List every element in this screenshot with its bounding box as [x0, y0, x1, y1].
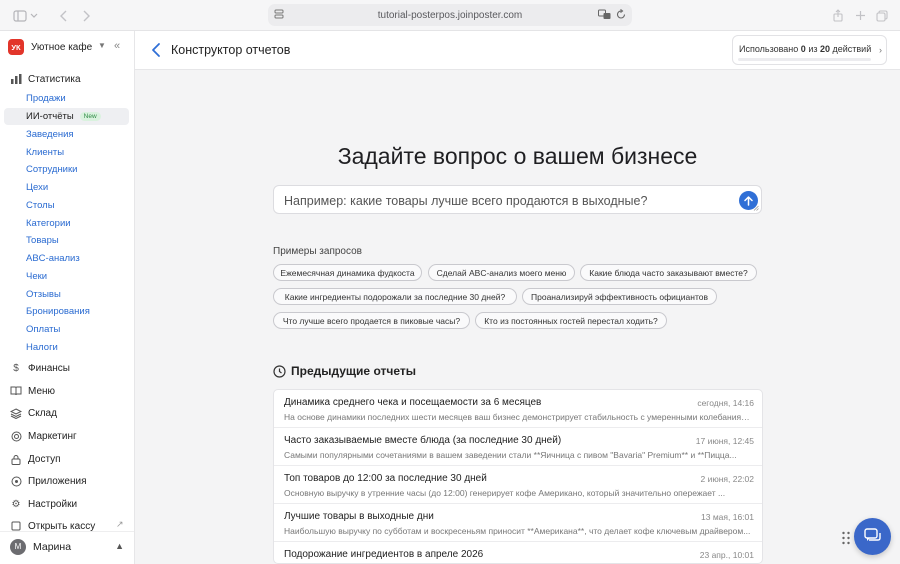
gear-icon: ⚙ — [11, 498, 21, 510]
example-chip[interactable]: Сделай ABC-анализ моего меню — [428, 264, 575, 281]
reports-list: Динамика среднего чека и посещаемости за… — [273, 389, 763, 564]
venue-name: Уютное кафе — [31, 41, 93, 53]
tab-overview-icon[interactable] — [875, 7, 889, 24]
sidebar-item-tables[interactable]: Столы — [4, 197, 129, 214]
external-link-icon: ↗ — [116, 519, 124, 529]
avatar: М — [10, 538, 26, 555]
reload-icon[interactable] — [616, 9, 626, 20]
drag-handle-icon[interactable] — [841, 530, 851, 546]
sidebar-item-payments[interactable]: Оплаты — [4, 321, 129, 338]
sidebar-item-finance[interactable]: $ Финансы — [10, 360, 70, 376]
sidebar-item-sales[interactable]: Продажи — [4, 90, 129, 107]
page-header: Конструктор отчетов Использовано 0 из 20… — [135, 31, 900, 70]
venue-logo: УК — [8, 39, 24, 55]
browser-toolbar: tutorial-posterpos.joinposter.com — [0, 0, 900, 31]
clock-icon — [273, 364, 286, 378]
list-item[interactable]: Лучшие товары в выходные дни 13 мая, 16:… — [274, 504, 762, 542]
previous-reports-header: Предыдущие отчеты — [273, 364, 416, 378]
hero-title: Задайте вопрос о вашем бизнесе — [337, 143, 698, 169]
back-arrow-icon[interactable] — [151, 42, 161, 58]
sidebar-item-bookings[interactable]: Бронирования — [4, 303, 129, 320]
forward-nav-icon[interactable] — [79, 7, 93, 24]
back-nav-icon[interactable] — [57, 7, 71, 24]
example-chip[interactable]: Какие блюда часто заказывают вместе? — [580, 264, 757, 281]
example-chip[interactable]: Ежемесячная динамика фудкоста — [273, 264, 422, 281]
sidebar-item-warehouse[interactable]: Склад — [10, 405, 57, 421]
list-item[interactable]: Часто заказываемые вместе блюда (за посл… — [274, 428, 762, 466]
target-icon — [10, 430, 22, 442]
sidebar-item-ai-reports[interactable]: ИИ-отчёты New — [4, 108, 129, 125]
chevron-up-icon[interactable]: ▲ — [115, 541, 124, 551]
dollar-icon: $ — [13, 362, 19, 374]
sidebar-item-settings[interactable]: ⚙ Настройки — [10, 496, 78, 512]
main-content: Задайте вопрос о вашем бизнесе Примеры з… — [135, 70, 900, 564]
example-chip[interactable]: Проанализируй эффективность официантов — [522, 288, 717, 305]
question-input[interactable] — [284, 192, 734, 209]
sidebar-item-receipts[interactable]: Чеки — [4, 268, 129, 285]
new-badge: New — [79, 112, 101, 121]
collapse-sidebar-icon[interactable]: « — [114, 40, 120, 52]
example-chip[interactable]: Какие ингредиенты подорожали за последни… — [273, 288, 517, 305]
sidebar-item-menu[interactable]: Меню — [10, 383, 55, 399]
lock-icon — [10, 453, 22, 465]
book-icon — [10, 385, 22, 397]
layers-icon — [10, 407, 22, 419]
usage-text: Использовано 0 из 20 действий — [739, 44, 872, 54]
page-settings-icon[interactable] — [274, 9, 284, 20]
sidebar-item-categories[interactable]: Категории — [4, 215, 129, 232]
sidebar-item-apps[interactable]: Приложения — [10, 473, 87, 489]
arrow-up-icon — [744, 195, 753, 206]
sidebar-item-venues[interactable]: Заведения — [4, 126, 129, 143]
address-bar[interactable]: tutorial-posterpos.joinposter.com — [268, 4, 632, 26]
chevron-right-icon: › — [879, 45, 882, 55]
sidebar-item-reviews[interactable]: Отзывы — [4, 286, 129, 303]
sidebar-item-products[interactable]: Товары — [4, 232, 129, 249]
sidebar-item-taxes[interactable]: Налоги — [4, 339, 129, 356]
sidebar-item-employees[interactable]: Сотрудники — [4, 161, 129, 178]
venue-switcher[interactable]: УК Уютное кафе — [8, 39, 92, 55]
usage-progress-bar — [738, 58, 871, 61]
sidebar-item-statistics[interactable]: Статистика — [10, 71, 81, 87]
chat-button[interactable] — [854, 518, 891, 555]
list-item[interactable]: Топ товаров до 12:00 за последние 30 дне… — [274, 466, 762, 504]
apps-icon — [10, 475, 22, 487]
sidebar-toggle-icon[interactable] — [11, 7, 41, 24]
usage-counter[interactable]: Использовано 0 из 20 действий › — [732, 35, 887, 65]
question-box[interactable] — [273, 185, 762, 214]
sidebar-item-clients[interactable]: Клиенты — [4, 144, 129, 161]
resize-grip-icon[interactable] — [753, 205, 759, 211]
chevron-down-icon[interactable]: ▼ — [98, 41, 106, 50]
new-tab-icon[interactable] — [853, 7, 867, 24]
example-chip[interactable]: Кто из постоянных гостей перестал ходить… — [475, 312, 667, 329]
examples-title: Примеры запросов — [273, 246, 362, 257]
url-text: tutorial-posterpos.joinposter.com — [377, 9, 523, 21]
share-icon[interactable] — [831, 7, 845, 24]
user-name: Марина — [33, 540, 72, 553]
bar-chart-icon — [10, 73, 22, 85]
translate-icon[interactable] — [598, 9, 611, 20]
sidebar-item-access[interactable]: Доступ — [10, 451, 61, 467]
user-menu[interactable]: М Марина ▲ — [0, 531, 134, 561]
example-chip[interactable]: Что лучше всего продается в пиковые часы… — [273, 312, 470, 329]
sidebar-item-abc-analysis[interactable]: ABC-анализ — [4, 250, 129, 267]
page-title: Конструктор отчетов — [171, 43, 291, 57]
sidebar-item-workshops[interactable]: Цехи — [4, 179, 129, 196]
list-item[interactable]: Подорожание ингредиентов в апреле 2026 2… — [274, 542, 762, 563]
sidebar: УК Уютное кафе ▼ « Статистика Продажи ИИ… — [0, 31, 135, 564]
chat-icon — [863, 528, 881, 541]
list-item[interactable]: Динамика среднего чека и посещаемости за… — [274, 390, 762, 428]
sidebar-item-marketing[interactable]: Маркетинг — [10, 428, 77, 444]
